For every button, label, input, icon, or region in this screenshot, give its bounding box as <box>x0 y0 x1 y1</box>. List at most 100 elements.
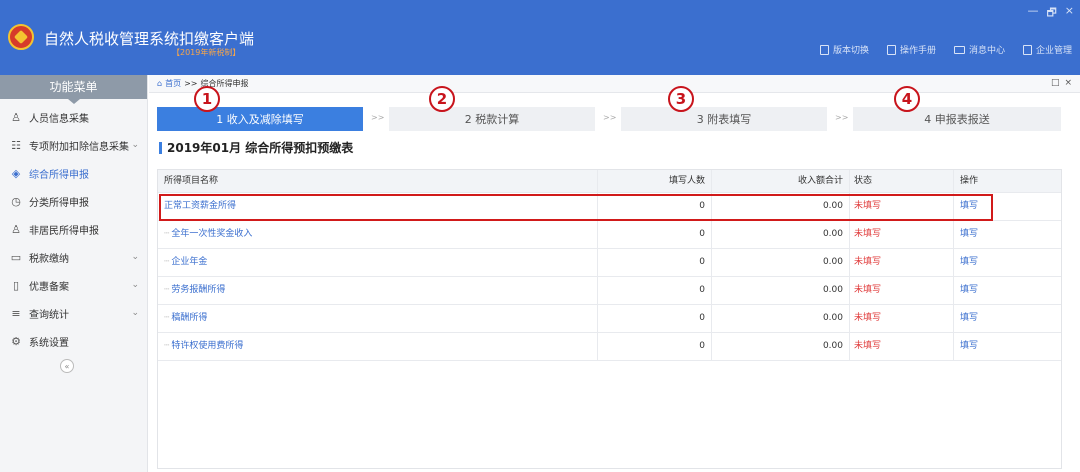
version-switch-link[interactable]: 版本切换 <box>819 43 869 56</box>
row-fill-action-text[interactable]: 填写 <box>960 285 978 295</box>
row-fill-action-text[interactable]: 填写 <box>960 313 978 323</box>
row-fill-action-text[interactable]: 填写 <box>960 201 978 211</box>
tree-line-icon: ┄ <box>164 341 170 351</box>
step-4-submit[interactable]: 4 申报表报送 <box>853 107 1061 131</box>
row-status: 未填写 <box>850 249 954 276</box>
row-fill-action[interactable]: 填写 <box>954 333 1061 360</box>
annotation-number-1: 1 <box>194 86 220 112</box>
tree-line-icon: ┄ <box>164 285 170 295</box>
income-item-link[interactable]: 正常工资薪金所得 <box>164 201 236 211</box>
row-name-cell: ┄ 特许权使用费所得 <box>158 333 598 360</box>
income-item-link[interactable]: 特许权使用费所得 <box>171 341 243 351</box>
emblem-logo-icon <box>8 24 34 50</box>
home-icon: ⌂ <box>157 79 163 88</box>
row-count: 0 <box>598 333 712 360</box>
step-arrow: >> <box>371 113 385 122</box>
header-amount: 收入额合计 <box>712 170 850 192</box>
row-status: 未填写 <box>850 221 954 248</box>
manual-icon <box>886 44 896 55</box>
row-fill-action[interactable]: 填写 <box>954 277 1061 304</box>
enterprise-manage-link[interactable]: 企业管理 <box>1022 43 1072 56</box>
mail-icon <box>953 45 965 54</box>
row-status-text: 未填写 <box>854 201 882 211</box>
row-count: 0 <box>598 249 712 276</box>
sidebar-item-2[interactable]: ◈ 综合所得申报 <box>0 159 147 187</box>
row-fill-action[interactable]: 填写 <box>954 221 1061 248</box>
restore-tab-icon[interactable]: □ <box>1051 78 1060 88</box>
app-header: 自然人税收管理系统扣缴客户端 【2019年新税制】 — 🗗 × 版本切换 操作手… <box>0 0 1080 75</box>
collapse-sidebar-button[interactable]: « <box>60 359 74 373</box>
row-name-cell: ┄ 企业年金 <box>158 249 598 276</box>
sidebar-item-4[interactable]: ♙ 非居民所得申报 <box>0 215 147 243</box>
row-status-text: 未填写 <box>854 313 882 323</box>
sidebar: 功能菜单 ♙ 人员信息采集 ☷ 专项附加扣除信息采集 ⌄ ◈ 综合所得申报 ◷ 分类所得申报 ♙ 非… <box>0 75 148 472</box>
row-status-text: 未填写 <box>854 257 882 267</box>
sidebar-item-0[interactable]: ♙ 人员信息采集 <box>0 103 147 131</box>
window-controls: — 🗗 × <box>1027 4 1074 23</box>
row-status: 未填写 <box>850 193 954 220</box>
close-tab-icon[interactable]: × <box>1064 78 1072 88</box>
section-title: 2019年01月 综合所得预扣预缴表 <box>159 139 353 156</box>
header-name: 所得项目名称 <box>158 170 598 192</box>
title-accent-bar <box>159 141 162 154</box>
income-item-link[interactable]: 全年一次性奖金收入 <box>171 229 252 239</box>
header-op: 操作 <box>960 176 979 186</box>
sidebar-item-1[interactable]: ☷ 专项附加扣除信息采集 ⌄ <box>0 131 147 159</box>
sidebar-item-label: 税款缴纳 <box>29 253 69 265</box>
row-amount: 0.00 <box>712 249 850 276</box>
menu-title: 功能菜单 <box>0 75 147 104</box>
tab-controls: □ × <box>1051 78 1072 88</box>
income-item-link[interactable]: 劳务报酬所得 <box>171 285 225 295</box>
tree-line-icon: ┄ <box>164 257 170 267</box>
close-icon[interactable]: × <box>1065 4 1074 23</box>
header-links: 版本切换 操作手册 消息中心 企业管理 <box>819 43 1072 56</box>
row-status: 未填写 <box>850 333 954 360</box>
minimize-icon[interactable]: — <box>1027 4 1038 23</box>
chevron-down-icon: ⌄ <box>131 140 139 150</box>
annotation-number-4: 4 <box>894 86 920 112</box>
sidebar-item-3[interactable]: ◷ 分类所得申报 <box>0 187 147 215</box>
header-count: 填写人数 <box>598 170 712 192</box>
sidebar-item-7[interactable]: ≡ 查询统计 ⌄ <box>0 299 147 327</box>
step-2-tax-calc[interactable]: 2 税款计算 <box>389 107 595 131</box>
income-table: 所得项目名称 填写人数 收入额合计 状态 操作 正常工资薪金所得 0 0.00 未填写… <box>157 169 1062 469</box>
menu-list: ♙ 人员信息采集 ☷ 专项附加扣除信息采集 ⌄ ◈ 综合所得申报 ◷ 分类所得申报 ♙ 非居民所得申… <box>0 99 147 355</box>
row-fill-action-text[interactable]: 填写 <box>960 257 978 267</box>
row-count: 0 <box>598 277 712 304</box>
row-fill-action[interactable]: 填写 <box>954 249 1061 276</box>
sidebar-item-label: 非居民所得申报 <box>29 225 99 237</box>
step-3-schedule[interactable]: 3 附表填写 <box>621 107 827 131</box>
sidebar-item-label: 系统设置 <box>29 337 69 349</box>
row-count: 0 <box>598 193 712 220</box>
gear-icon: ⚙ <box>11 334 21 348</box>
chevron-down-icon: ⌄ <box>131 252 139 262</box>
table-row: ┄ 劳务报酬所得 0 0.00 未填写 填写 <box>158 277 1061 305</box>
user-icon: ♙ <box>11 222 21 236</box>
sidebar-item-label: 优惠备案 <box>29 281 69 293</box>
table-header-row: 所得项目名称 填写人数 收入额合计 状态 操作 <box>158 170 1061 193</box>
annotation-number-2: 2 <box>429 86 455 112</box>
sidebar-item-5[interactable]: ▭ 税款缴纳 ⌄ <box>0 243 147 271</box>
message-center-link[interactable]: 消息中心 <box>953 43 1005 56</box>
breadcrumb-home[interactable]: 首页 <box>165 78 181 89</box>
income-item-link[interactable]: 企业年金 <box>171 257 207 267</box>
document-icon <box>819 44 829 55</box>
row-fill-action[interactable]: 填写 <box>954 193 1061 220</box>
step-arrow: >> <box>603 113 617 122</box>
breadcrumb-separator: >> <box>184 79 198 88</box>
step-bar: 1 收入及减除填写 >> 2 税款计算 >> 3 附表填写 >> 4 申报表报送 <box>157 107 1061 131</box>
sidebar-item-6[interactable]: ▯ 优惠备案 ⌄ <box>0 271 147 299</box>
manual-link[interactable]: 操作手册 <box>886 43 936 56</box>
row-fill-action[interactable]: 填写 <box>954 305 1061 332</box>
layers-icon: ◈ <box>11 166 21 180</box>
income-item-link[interactable]: 稿酬所得 <box>171 313 207 323</box>
row-fill-action-text[interactable]: 填写 <box>960 229 978 239</box>
row-count: 0 <box>598 221 712 248</box>
row-status-text: 未填写 <box>854 341 882 351</box>
sidebar-item-8[interactable]: ⚙ 系统设置 <box>0 327 147 355</box>
row-fill-action-text[interactable]: 填写 <box>960 341 978 351</box>
step-1-income[interactable]: 1 收入及减除填写 <box>157 107 363 131</box>
building-icon <box>1022 44 1032 55</box>
maximize-icon[interactable]: 🗗 <box>1046 4 1056 23</box>
sidebar-item-label: 综合所得申报 <box>29 169 89 181</box>
